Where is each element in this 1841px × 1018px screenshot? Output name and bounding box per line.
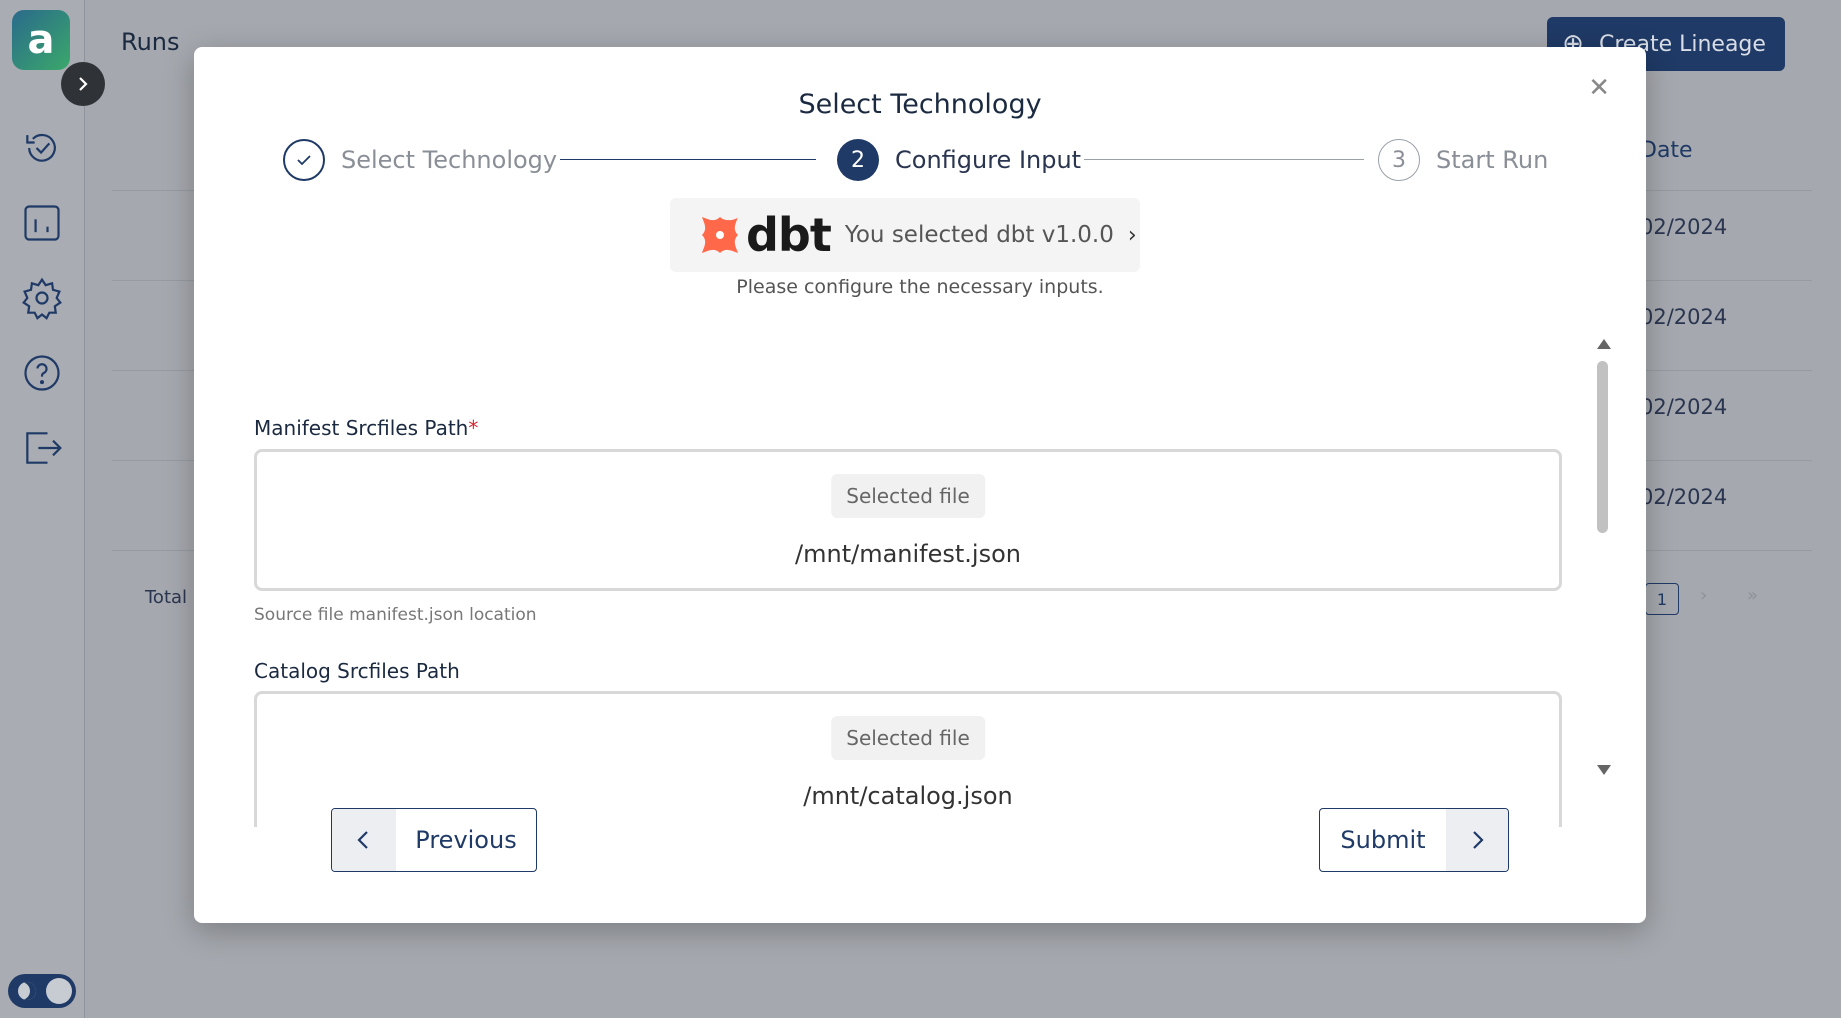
row-date-cell: 02/2024 — [1640, 485, 1728, 509]
previous-button[interactable]: Previous — [331, 808, 537, 872]
selected-technology-text: You selected dbt v1.0.0 — [844, 222, 1114, 248]
step-number: 2 — [837, 139, 879, 181]
modal-title: Select Technology — [798, 89, 1042, 120]
pager-page-button[interactable]: 1 — [1645, 583, 1679, 615]
step-number: 3 — [1378, 139, 1420, 181]
row-date-cell: 02/2024 — [1640, 215, 1728, 239]
step-connector — [1084, 159, 1364, 160]
previous-label: Previous — [415, 826, 517, 854]
manifest-file-dropzone[interactable]: Selected file /mnt/manifest.json — [254, 449, 1562, 591]
help-icon[interactable] — [18, 349, 66, 397]
next-page-icon[interactable]: › — [1700, 585, 1707, 606]
catalog-label-text: Catalog Srcfiles Path — [254, 659, 460, 683]
theme-toggle[interactable] — [8, 974, 76, 1008]
check-icon — [283, 139, 325, 181]
catalog-file-dropzone[interactable]: Selected file /mnt/catalog.json — [254, 691, 1562, 827]
input-form: Manifest Srcfiles Path* Selected file /m… — [254, 337, 1594, 827]
step-start-run: 3 Start Run — [1378, 139, 1548, 181]
step-configure-input: 2 Configure Input — [837, 139, 1081, 181]
catalog-file-path: /mnt/catalog.json — [803, 782, 1013, 810]
sidebar: a — [0, 0, 85, 1018]
chevron-right-icon: › — [1127, 222, 1137, 248]
chevron-left-icon — [332, 809, 396, 871]
scroll-up-arrow-icon[interactable] — [1597, 339, 1611, 349]
app-logo: a — [12, 10, 70, 70]
manifest-file-path: /mnt/manifest.json — [795, 540, 1021, 568]
moon-icon — [18, 982, 36, 1000]
dbt-logo-icon — [702, 217, 738, 253]
step-label: Start Run — [1436, 146, 1549, 174]
settings-gear-icon[interactable] — [18, 274, 66, 322]
manifest-help-text: Source file manifest.json location — [254, 605, 537, 625]
step-label: Configure Input — [895, 146, 1082, 174]
configure-run-modal: ✕ Select Technology Select Technology 2 … — [194, 47, 1646, 923]
date-column-header: Date — [1640, 138, 1693, 163]
dbt-wordmark: dbt — [746, 208, 832, 262]
dashboard-icon[interactable] — [18, 199, 66, 247]
toggle-knob — [46, 978, 72, 1004]
scroll-thumb[interactable] — [1597, 361, 1608, 533]
row-date-cell: 02/2024 — [1640, 305, 1728, 329]
configure-hint: Please configure the necessary inputs. — [736, 276, 1104, 298]
expand-sidebar-chevron-icon[interactable] — [61, 62, 105, 106]
history-icon[interactable] — [18, 124, 66, 172]
step-label: Select Technology — [341, 146, 558, 174]
required-marker: * — [468, 416, 479, 440]
logout-icon[interactable] — [18, 424, 66, 472]
last-page-icon[interactable]: » — [1747, 585, 1758, 606]
selected-technology-card[interactable]: dbt You selected dbt v1.0.0 › — [670, 198, 1140, 272]
page-title: Runs — [121, 28, 180, 56]
chevron-right-icon — [1446, 809, 1508, 871]
total-count-label: Total l — [145, 587, 198, 608]
submit-label: Submit — [1340, 826, 1426, 854]
submit-button[interactable]: Submit — [1319, 808, 1509, 872]
selected-file-chip: Selected file — [831, 474, 985, 518]
step-select-technology: Select Technology — [283, 139, 557, 181]
catalog-field-label: Catalog Srcfiles Path — [254, 659, 460, 683]
dbt-logo: dbt — [698, 208, 832, 262]
scroll-down-arrow-icon[interactable] — [1597, 765, 1611, 775]
selected-file-chip: Selected file — [831, 716, 985, 760]
form-scrollbar[interactable] — [1594, 339, 1612, 775]
step-connector — [560, 159, 816, 160]
manifest-label-text: Manifest Srcfiles Path — [254, 416, 469, 440]
row-date-cell: 02/2024 — [1640, 395, 1728, 419]
manifest-field-label: Manifest Srcfiles Path* — [254, 416, 478, 440]
